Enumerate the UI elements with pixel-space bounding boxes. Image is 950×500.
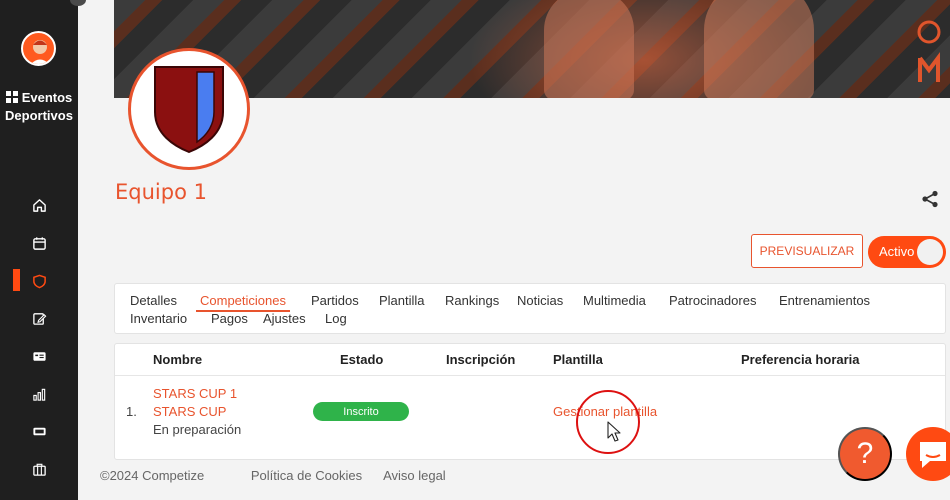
tab-noticias[interactable]: Noticias	[517, 293, 563, 308]
brand-title[interactable]: Eventos Deportivos	[0, 89, 78, 125]
tab-plantilla[interactable]: Plantilla	[379, 293, 425, 308]
tab-multimedia[interactable]: Multimedia	[583, 293, 646, 308]
sidebar-item-stats[interactable]	[0, 375, 78, 413]
tab-patrocinadores[interactable]: Patrocinadores	[669, 293, 756, 308]
cookies-link[interactable]: Política de Cookies	[251, 468, 362, 483]
team-crest[interactable]	[128, 48, 250, 170]
header-estado: Estado	[340, 352, 384, 367]
tab-log[interactable]: Log	[325, 311, 347, 326]
status-toggle[interactable]: Activo	[868, 236, 946, 268]
sidebar-nav	[0, 187, 78, 489]
window-dot	[70, 0, 86, 6]
sidebar-item-calendar[interactable]	[0, 225, 78, 263]
sidebar-item-edit[interactable]	[0, 300, 78, 338]
sidebar-item-cards[interactable]	[0, 338, 78, 376]
footer: ©2024 Competize Política de Cookies Avis…	[100, 468, 464, 483]
competition-link[interactable]: STARS CUP 1	[153, 386, 237, 401]
competize-watermark-logo	[914, 0, 944, 93]
sidebar-item-inventory[interactable]	[0, 451, 78, 489]
competition-stage: En preparación	[153, 422, 242, 437]
bar-chart-icon	[32, 388, 45, 401]
sidebar-item-tickets[interactable]	[0, 413, 78, 451]
preview-button[interactable]: PREVISUALIZAR	[751, 234, 863, 268]
help-button[interactable]: ?	[838, 427, 892, 481]
header-divider	[115, 375, 945, 376]
header-plantilla: Plantilla	[553, 352, 603, 367]
legal-link[interactable]: Aviso legal	[383, 468, 446, 483]
team-name: Equipo 1	[115, 180, 207, 204]
shield-icon	[32, 274, 46, 289]
competize-logo-icon	[917, 20, 941, 82]
sidebar: Eventos Deportivos	[0, 0, 86, 500]
event-link[interactable]: STARS CUP	[153, 404, 226, 419]
brand-line-2: Deportivos	[5, 108, 73, 123]
toggle-knob	[917, 239, 943, 265]
share-icon[interactable]	[921, 190, 939, 208]
avatar-icon	[30, 40, 50, 64]
chat-icon	[920, 442, 946, 468]
ticket-icon	[32, 428, 46, 436]
team-tabs: Detalles Competiciones Partidos Plantill…	[114, 283, 946, 334]
mouse-cursor-icon	[607, 421, 621, 442]
tab-ajustes[interactable]: Ajustes	[263, 311, 306, 326]
brand-line-1: Eventos	[21, 90, 73, 105]
row-index: 1.	[126, 404, 137, 419]
status-toggle-label: Activo	[879, 244, 915, 259]
edit-icon	[32, 313, 46, 326]
tab-partidos[interactable]: Partidos	[311, 293, 359, 308]
competitions-table: Nombre Estado Inscripción Plantilla Pref…	[114, 343, 946, 460]
avatar[interactable]	[21, 31, 56, 66]
copyright: ©2024 Competize	[100, 468, 205, 483]
header-inscripcion: Inscripción	[446, 352, 516, 367]
sidebar-item-teams[interactable]	[0, 262, 78, 300]
tab-competiciones[interactable]: Competiciones	[196, 293, 290, 312]
home-icon	[32, 199, 46, 213]
header-preferencia: Preferencia horaria	[741, 352, 860, 367]
tab-pagos[interactable]: Pagos	[211, 311, 248, 326]
id-card-icon	[32, 352, 46, 361]
tab-entrenamientos[interactable]: Entrenamientos	[779, 293, 870, 308]
grid-icon	[5, 91, 18, 103]
header-nombre: Nombre	[153, 352, 203, 367]
app-root: Eventos Deportivos Equipo 1 PREVISUALIZA…	[0, 0, 950, 500]
team-shield-icon	[154, 66, 224, 154]
tab-detalles[interactable]: Detalles	[130, 293, 177, 308]
status-badge: Inscrito	[313, 402, 409, 421]
briefcase-icon	[32, 463, 46, 476]
chat-button[interactable]	[906, 427, 950, 481]
sidebar-item-home[interactable]	[0, 187, 78, 225]
tab-inventario[interactable]: Inventario	[130, 311, 187, 326]
tab-rankings[interactable]: Rankings	[445, 293, 499, 308]
calendar-icon	[32, 237, 46, 250]
